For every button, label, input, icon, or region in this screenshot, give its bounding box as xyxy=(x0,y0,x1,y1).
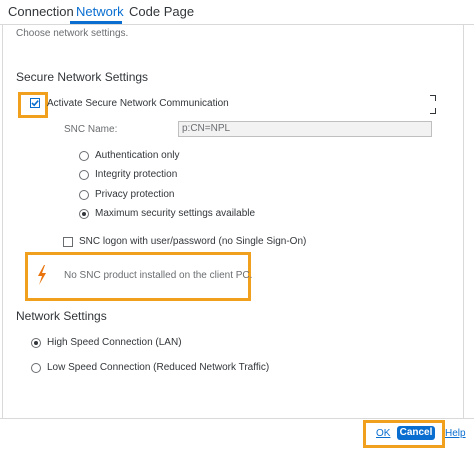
activate-snc-checkbox[interactable] xyxy=(30,98,40,108)
radio-high-speed-label: High Speed Connection (LAN) xyxy=(47,337,182,348)
radio-authentication-only[interactable] xyxy=(79,151,89,161)
tab-bar: Connection Network Code Page xyxy=(0,0,474,25)
help-link[interactable]: Help xyxy=(445,428,466,439)
secure-network-title: Secure Network Settings xyxy=(16,70,149,84)
tab-network[interactable]: Network xyxy=(76,4,124,19)
snc-name-field[interactable]: p:CN=NPL xyxy=(178,121,432,137)
snc-logon-label: SNC logon with user/password (no Single … xyxy=(79,236,307,247)
expand-corners-icon[interactable] xyxy=(424,95,436,114)
right-frame-line xyxy=(463,24,464,418)
snc-warning-text: No SNC product installed on the client P… xyxy=(64,270,253,281)
radio-authentication-only-label: Authentication only xyxy=(95,150,180,161)
radio-maximum-security[interactable] xyxy=(79,209,89,219)
network-settings-title: Network Settings xyxy=(16,309,107,323)
lightning-icon xyxy=(38,265,46,285)
dialog-footer: OK Cancel Help xyxy=(0,418,474,449)
activate-snc-label: Activate Secure Network Communication xyxy=(47,98,229,109)
radio-integrity-protection-label: Integrity protection xyxy=(95,169,178,180)
intro-text: Choose network settings. xyxy=(16,28,129,39)
radio-privacy-protection-label: Privacy protection xyxy=(95,189,175,200)
ok-button[interactable]: OK xyxy=(376,428,390,439)
active-tab-indicator xyxy=(70,21,122,24)
snc-logon-checkbox[interactable] xyxy=(63,237,73,247)
snc-name-label: SNC Name: xyxy=(64,124,118,135)
checkmark-icon xyxy=(31,100,39,107)
radio-privacy-protection[interactable] xyxy=(79,190,89,200)
radio-low-speed[interactable] xyxy=(31,363,41,373)
tab-code-page[interactable]: Code Page xyxy=(129,4,194,19)
radio-low-speed-label: Low Speed Connection (Reduced Network Tr… xyxy=(47,362,270,373)
tab-connection[interactable]: Connection xyxy=(8,4,74,19)
radio-integrity-protection[interactable] xyxy=(79,170,89,180)
radio-high-speed[interactable] xyxy=(31,338,41,348)
cancel-button[interactable]: Cancel xyxy=(397,426,435,440)
left-frame-line xyxy=(2,24,3,418)
radio-maximum-security-label: Maximum security settings available xyxy=(95,208,256,219)
